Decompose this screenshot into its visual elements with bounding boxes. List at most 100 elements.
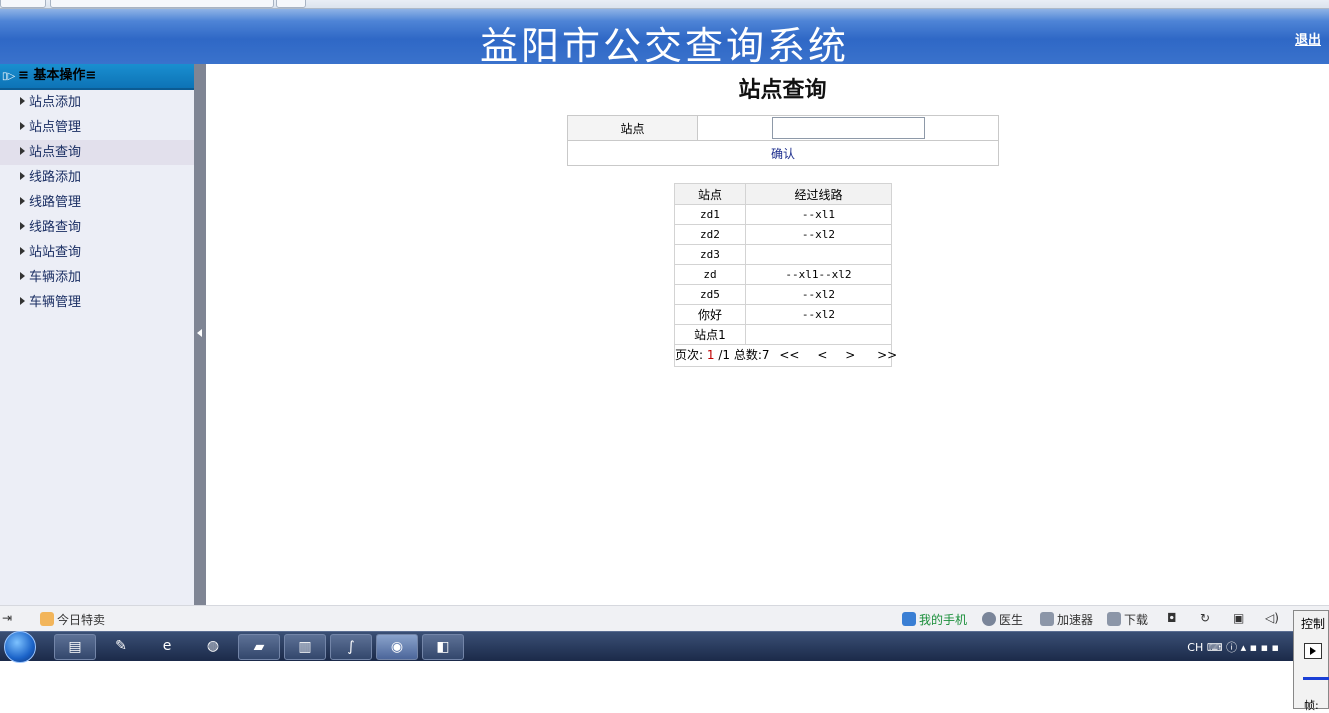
my-phone-label: 我的手机 [919, 613, 968, 627]
sidebar-item-label: 线路添加 [29, 170, 82, 185]
sidebar-item-manage-route[interactable]: 线路管理 [0, 190, 194, 215]
doctor-label: 医生 [999, 613, 1024, 627]
sidebar-heading-label: ≡ 基本操作≡ [18, 68, 97, 83]
taskbar-app-pen[interactable]: ∫ [330, 634, 372, 660]
page-label: 页次: [675, 348, 704, 362]
app-title: 益阳市公交查询系统 [479, 24, 849, 68]
download-icon [1107, 612, 1121, 626]
download-link[interactable]: 下载 [1107, 611, 1148, 628]
table-row: zd5 --xl2 [674, 284, 893, 305]
refresh-icon[interactable]: ↻ [1200, 611, 1210, 625]
daily-deals-label: 今日特卖 [57, 613, 106, 627]
sidebar-item-add-stop[interactable]: 站点添加 [0, 90, 194, 115]
sidebar-toggle-icon[interactable]: ⇥ [2, 611, 12, 625]
stop-search-input[interactable] [772, 117, 925, 139]
stop-field-label: 站点 [567, 115, 698, 141]
total-pages: /1 [718, 348, 731, 362]
triangle-right-icon [20, 272, 25, 280]
start-button[interactable] [4, 631, 36, 663]
stop-cell: zd1 [674, 204, 746, 225]
window-icon[interactable]: ▣ [1233, 611, 1244, 625]
play-icon[interactable] [1304, 643, 1322, 659]
sidebar-item-label: 站点查询 [29, 145, 82, 160]
daily-deals-link[interactable]: 今日特卖 [40, 611, 105, 628]
doctor-link[interactable]: 医生 [982, 611, 1023, 628]
accelerator-link[interactable]: 加速器 [1040, 611, 1093, 628]
sidebar-splitter[interactable] [194, 64, 206, 605]
taskbar-app-media[interactable]: ◧ [422, 634, 464, 660]
sidebar-item-label: 线路管理 [29, 195, 82, 210]
stop-cell: zd [674, 264, 746, 285]
sidebar-item-stop-to-stop[interactable]: 站站查询 [0, 240, 194, 265]
stop-field-cell [697, 115, 999, 141]
speaker-icon[interactable]: ◁) [1265, 611, 1279, 625]
triangle-right-icon [20, 222, 25, 230]
app-header: 益阳市公交查询系统 退出 [0, 9, 1329, 68]
table-row: zd1 --xl1 [674, 204, 893, 225]
new-tab-button[interactable] [276, 0, 306, 8]
logout-link[interactable]: 退出 [1295, 29, 1321, 48]
rocket-icon [1040, 612, 1054, 626]
sidebar-item-label: 站点添加 [29, 95, 82, 110]
taskbar-app-explorer[interactable]: ▤ [54, 634, 96, 660]
stop-cell: zd2 [674, 224, 746, 245]
browser-tab-active[interactable] [50, 0, 274, 8]
gift-icon [40, 612, 54, 626]
column-header-routes: 经过线路 [744, 183, 893, 205]
windows-taskbar: ▤ ✎ e ◍ ▰ ▥ ∫ ◉ ◧ CH ⌨ ⓘ ▴ ▪ ▪ ▪ [0, 631, 1329, 663]
browser-tab-strip [0, 0, 1329, 9]
menu-toggle-icon: ▯▷ [2, 71, 16, 82]
sidebar-item-query-stop[interactable]: 站点查询 [0, 140, 194, 165]
sidebar-item-label: 线路查询 [29, 220, 82, 235]
search-form: 站点 确认 [567, 115, 999, 166]
my-phone-link[interactable]: 我的手机 [902, 611, 967, 628]
input-language[interactable]: CH [1187, 641, 1203, 654]
sidebar-heading[interactable]: ▯▷ ≡ 基本操作≡ [0, 64, 194, 90]
taskbar-app-green[interactable]: ◍ [192, 634, 234, 660]
control-panel-window[interactable]: 控制 帧: [1293, 610, 1329, 712]
table-row: zd3 [674, 244, 893, 265]
sidebar-item-manage-stop[interactable]: 站点管理 [0, 115, 194, 140]
routes-cell: --xl2 [744, 284, 893, 305]
triangle-right-icon [20, 247, 25, 255]
last-page-button[interactable]: >> [877, 345, 897, 365]
ie-icon[interactable]: e [146, 634, 188, 660]
taskbar-app-files[interactable]: ▥ [284, 634, 326, 660]
table-row: zd2 --xl2 [674, 224, 893, 245]
taskbar-app-browser[interactable]: ◉ [376, 634, 418, 660]
routes-cell: --xl2 [744, 224, 893, 245]
triangle-right-icon [20, 97, 25, 105]
count-label: 总数: [733, 348, 762, 362]
triangle-right-icon [20, 147, 25, 155]
sidebar: ▯▷ ≡ 基本操作≡ 站点添加 站点管理 站点查询 线路添加 线路管理 线路查询 … [0, 64, 194, 605]
frame-label: 帧: [1304, 699, 1319, 712]
current-page: 1 [706, 348, 715, 362]
first-page-button[interactable]: << [779, 345, 799, 365]
table-row: 站点1 [674, 324, 893, 345]
column-header-stop: 站点 [674, 183, 746, 205]
triangle-right-icon [20, 122, 25, 130]
routes-cell: --xl1--xl2 [744, 264, 893, 285]
confirm-button[interactable]: 确认 [567, 140, 999, 166]
routes-cell [744, 244, 893, 265]
sidebar-item-label: 站站查询 [29, 245, 82, 260]
sidebar-item-add-vehicle[interactable]: 车辆添加 [0, 265, 194, 290]
routes-cell: --xl2 [744, 304, 893, 325]
taskbar-app-book[interactable]: ▰ [238, 634, 280, 660]
next-page-button[interactable]: > [845, 345, 855, 365]
stop-cell: zd5 [674, 284, 746, 305]
pagination: 页次: 1 /1 总数:7 << < > >> [674, 345, 897, 367]
sidebar-item-add-route[interactable]: 线路添加 [0, 165, 194, 190]
taskbar-app-tool[interactable]: ✎ [100, 634, 142, 660]
sidebar-item-manage-vehicle[interactable]: 车辆管理 [0, 290, 194, 315]
triangle-right-icon [20, 197, 25, 205]
sidebar-item-query-route[interactable]: 线路查询 [0, 215, 194, 240]
browser-status-bar: ⇥ 今日特卖 我的手机 医生 加速器 下载 ◘ ↻ ▣ ◁) [0, 605, 1329, 631]
prev-page-button[interactable]: < [817, 345, 827, 365]
doctor-icon [982, 612, 996, 626]
stop-cell: 你好 [674, 304, 746, 325]
translate-icon[interactable]: ◘ [1167, 611, 1177, 625]
browser-tab[interactable] [0, 0, 46, 8]
phone-icon [902, 612, 916, 626]
collapse-arrow-icon[interactable] [197, 329, 202, 337]
